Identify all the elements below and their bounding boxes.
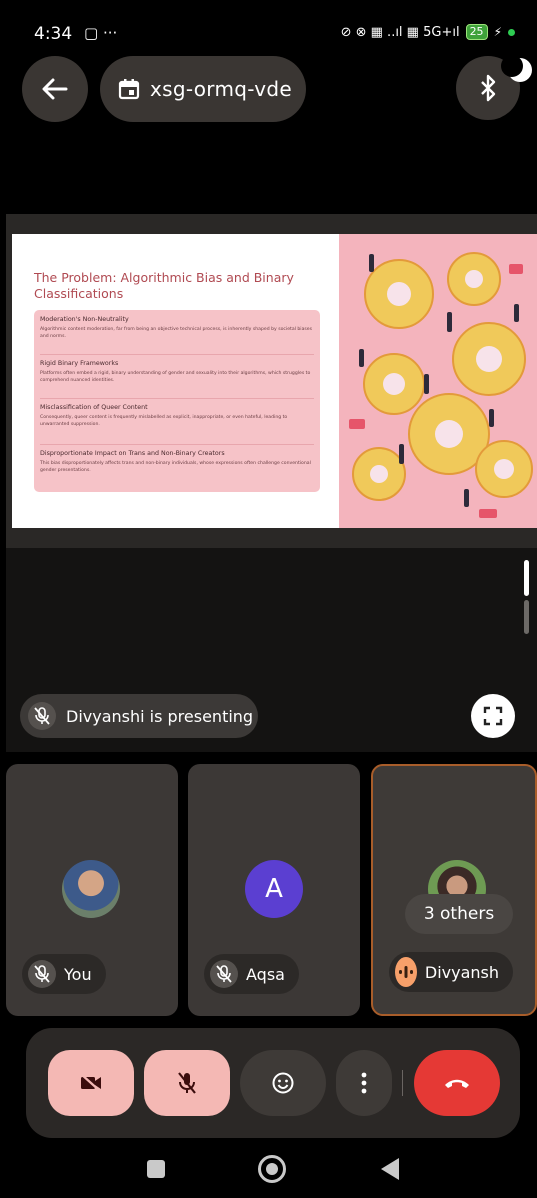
slide-illustration <box>339 234 537 528</box>
fullscreen-button[interactable] <box>471 694 515 738</box>
presenter-label: Divyanshi is presenting <box>20 694 258 738</box>
avatar: A <box>245 860 303 918</box>
mic-toggle-button[interactable] <box>144 1050 230 1116</box>
slide-item-heading: Disproportionate Impact on Trans and Non… <box>40 450 225 457</box>
participant-name: You <box>64 964 92 984</box>
privacy-dot-icon <box>508 28 515 36</box>
speaking-indicator-icon <box>395 957 417 987</box>
avatar <box>62 860 120 918</box>
gears-illustration <box>339 234 537 528</box>
mic-off-icon <box>210 960 238 988</box>
meeting-info-button[interactable]: xsg-ormq-vde <box>100 56 306 122</box>
more-options-button[interactable] <box>336 1050 392 1116</box>
charging-icon: ⚡ <box>493 25 502 39</box>
arrow-left-icon <box>42 78 68 100</box>
participant-tile-you[interactable]: You <box>6 764 178 1016</box>
camera-toggle-button[interactable] <box>48 1050 134 1116</box>
end-call-button[interactable] <box>414 1050 500 1116</box>
scrollbar-thumb[interactable] <box>524 560 529 596</box>
slide-item-body: Platforms often embed a rigid, binary un… <box>40 371 311 383</box>
status-time: 4:34 <box>34 24 73 44</box>
slide-item-body: Consequently, queer content is frequentl… <box>40 415 288 427</box>
slide-item: Rigid Binary Frameworks Platforms often … <box>40 360 316 384</box>
status-bar: 4:34 ▢ ··· ⊘ ⊗ ▦ ..ıl ▦ 5G+ıl 25 ⚡ <box>0 0 537 44</box>
slide-divider <box>40 354 314 355</box>
battery-icon: 25 <box>465 24 488 40</box>
participant-tile-divyanshi[interactable]: 3 others Divyansh <box>371 764 537 1016</box>
slide-title: The Problem: Algorithmic Bias and Binary… <box>34 270 294 301</box>
camera-off-icon <box>80 1073 102 1093</box>
calendar-icon <box>118 79 140 100</box>
participant-name-pill: Aqsa <box>204 954 299 994</box>
slide-item-heading: Moderation's Non-Neutrality <box>40 316 129 323</box>
scrollbar-track[interactable] <box>524 600 529 634</box>
participant-name: Aqsa <box>246 964 285 984</box>
slide-item: Misclassification of Queer Content Conse… <box>40 404 316 428</box>
fullscreen-icon <box>483 706 503 726</box>
shared-slide: The Problem: Algorithmic Bias and Binary… <box>12 234 537 528</box>
slide-item-heading: Misclassification of Queer Content <box>40 404 148 411</box>
status-left-icons: ▢ ··· <box>84 24 118 42</box>
system-navigation-bar <box>0 1138 537 1198</box>
reactions-button[interactable] <box>240 1050 326 1116</box>
moon-icon <box>501 55 532 82</box>
participant-tile-aqsa[interactable]: A Aqsa <box>188 764 360 1016</box>
presentation-stage: The Problem: Algorithmic Bias and Binary… <box>6 214 537 548</box>
call-controls <box>26 1028 520 1138</box>
slide-item: Disproportionate Impact on Trans and Non… <box>40 450 316 474</box>
back-button[interactable] <box>22 56 88 122</box>
others-count-badge[interactable]: 3 others <box>405 894 513 934</box>
home-button[interactable] <box>258 1155 286 1183</box>
slide-item-heading: Rigid Binary Frameworks <box>40 360 119 367</box>
mic-off-icon <box>178 1072 196 1094</box>
system-back-button[interactable] <box>381 1158 399 1180</box>
participant-name-pill: Divyansh <box>389 952 513 992</box>
participant-name-pill: You <box>22 954 106 994</box>
status-right-icons: ⊘ ⊗ ▦ ..ıl ▦ 5G+ıl 25 ⚡ <box>341 24 515 40</box>
slide-divider <box>40 444 314 445</box>
slide-item-body: This bias disproportionately affects tra… <box>40 461 311 473</box>
slide-content-box: Moderation's Non-Neutrality Algorithmic … <box>34 310 320 492</box>
presenting-text: Divyanshi is presenting <box>66 706 254 726</box>
control-divider <box>402 1070 403 1096</box>
slide-item: Moderation's Non-Neutrality Algorithmic … <box>40 316 316 340</box>
slide-item-body: Algorithmic content moderation, far from… <box>40 327 312 339</box>
slide-divider <box>40 398 314 399</box>
mic-off-icon <box>28 702 56 730</box>
participant-name: Divyansh <box>424 962 499 982</box>
bluetooth-icon <box>481 74 496 102</box>
recents-button[interactable] <box>147 1160 165 1178</box>
mic-off-icon <box>28 960 56 988</box>
signal-icons: ⊘ ⊗ ▦ ..ıl ▦ 5G+ıl <box>340 24 460 40</box>
meeting-code: xsg-ormq-vde <box>150 77 292 101</box>
emoji-icon <box>272 1072 294 1094</box>
hang-up-icon <box>445 1079 469 1088</box>
more-vert-icon <box>361 1072 367 1094</box>
